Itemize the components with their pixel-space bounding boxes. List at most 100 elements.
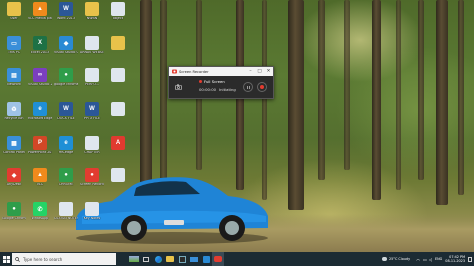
file-icon [85,68,99,82]
notification-icon[interactable] [468,256,472,262]
desktop-icon[interactable]: ◆Visual Studio Code [54,36,78,62]
taskbar-file-explorer[interactable] [164,252,176,266]
network-icon[interactable]: ▭ [423,257,427,262]
search-placeholder: Type here to search [23,256,63,262]
desktop-icon[interactable]: ∞Visual Studio 2022 [28,68,52,94]
user-folder-icon [7,2,21,16]
taskbar-landscape-app[interactable] [128,252,140,266]
pause-button[interactable] [243,82,253,92]
desktop-icon-label: google chrome [54,83,78,86]
taskbar-store[interactable] [176,252,188,266]
desktop-icon[interactable]: PPowerPoint 2013 [28,136,52,162]
weather-icon [381,257,387,261]
desktop-icon[interactable]: ✆ WhatsApp [28,202,52,228]
volume-icon[interactable]: ◁ [429,257,432,262]
mail-icon [190,256,198,262]
recording-timer: 00:00:00 [199,87,217,92]
screen-recorder-icon [214,256,222,262]
red-dot-icon [199,80,202,83]
desktop-icon[interactable]: X Excel 2013 [28,36,52,62]
file-icon [111,68,125,82]
desktop-icon[interactable]: NWBN [80,2,104,28]
desktop-icon[interactable]: ● Google Chrome [2,202,26,228]
close-button[interactable]: ✕ [264,67,273,76]
clock[interactable]: 07:42 PM 08-11-2023 [445,255,465,263]
maximize-button[interactable]: □ [255,67,264,76]
desktop-icon[interactable]: W PPTX FILE [80,102,104,128]
desktop-icon-label: PPTX FILE [83,117,101,120]
visual-studio-icon: ∞ [33,68,47,82]
desktop-icon[interactable]: ▲VLC media player [28,2,52,28]
file-icon [85,136,99,150]
desktop-icon[interactable] [106,168,130,194]
weather-text[interactable]: 25°C Cloudy [389,257,410,261]
desktop-icon-label: Google Chrome [2,217,26,220]
desktop-icon[interactable]: A [106,136,130,162]
folder-icon [111,36,125,50]
desktop-icon-label: Network [7,83,21,86]
pdf-icon: A [111,136,125,150]
desktop-icon[interactable]: Key Notes [80,202,104,228]
desktop-icon[interactable]: object [106,2,130,28]
desktop-icon-label: Microsoft Edge [28,117,52,120]
this-pc-icon: ▭ [7,36,21,50]
taskbar-mail[interactable] [188,252,200,266]
docx-icon: W [85,102,99,116]
desktop-icon[interactable]: ● google chrome [54,68,78,94]
taskbar-edge[interactable] [152,252,164,266]
chrome-icon: ● [59,68,73,82]
desktop-icon[interactable]: ▤ Network [2,68,26,94]
word-icon: W [59,2,73,16]
desktop-icon-label: PowerPoint 2013 [28,151,52,154]
edge-icon: e [59,136,73,150]
pause-icon [246,85,250,89]
desktop-icon[interactable] [106,36,130,62]
desktop-icon-label: WhatsApp [31,217,49,220]
start-button[interactable] [0,252,12,266]
language-indicator[interactable]: ENG [435,257,442,261]
desktop-icon[interactable]: ♻ Recycle Bin [2,102,26,128]
desktop-icon[interactable]: ARNAV WEBSITE [80,36,104,62]
desktop-icon[interactable]: PERFO... [80,68,104,94]
desktop-icon[interactable]: CS3303 NOTES [54,202,78,228]
desktop-icon[interactable]: CHAPTER [80,136,104,162]
desktop-icon[interactable]: ◆ AnyDesk [2,168,26,194]
taskbar-vscode[interactable] [200,252,212,266]
screen-recorder-window[interactable]: Screen Recorder – □ ✕ Full Screen 00:00:… [168,66,274,99]
desktop-icon-label: Recycle Bin [4,117,24,120]
desktop-icon-label: Excel 2013 [30,51,50,54]
desktop-icon-label: Word 2013 [57,17,75,20]
desktop-icon[interactable]: ▲ VLC [28,168,52,194]
desktop-icon-label: object [112,17,124,20]
desktop-icon[interactable]: ● CHROME [54,168,78,194]
recorder-titlebar[interactable]: Screen Recorder – □ ✕ [169,67,273,76]
chrome-icon: ● [59,168,73,182]
screen-recorder-icon [172,69,177,74]
stop-button[interactable] [257,82,267,92]
desktop-icon[interactable]: ●Screen Recorder [80,168,104,194]
taskbar-search-box[interactable]: Type here to search [12,253,116,265]
mode-selector[interactable]: Full Screen [199,79,225,84]
clock-date: 08-11-2023 [445,259,465,263]
minimize-button[interactable]: – [246,67,255,76]
file-icon [111,2,125,16]
desktop-icon-label: This PC [7,51,21,54]
desktop-icon[interactable]: ▦ Control Panel [2,136,26,162]
desktop-icon[interactable]: W Word 2013 [54,2,78,28]
taskbar-screen-recorder[interactable] [212,252,224,266]
desktop-icon[interactable]: ▭ This PC [2,36,26,62]
system-tray: 25°C Cloudy ︿ ▭ ◁ ENG 07:42 PM 08-11-202… [381,252,474,266]
taskbar-task-view[interactable] [140,252,152,266]
recording-status: Initiating [219,87,236,92]
desktop-icon[interactable]: W DOCX FILE [54,102,78,128]
desktop-icon-label: ARNAV WEBSITE [80,51,104,54]
desktop-icon-label: AnyDesk [6,183,22,186]
desktop-icon[interactable] [106,102,130,128]
desktop-icon[interactable]: e Microsoft Edge [28,102,52,128]
desktop-icon[interactable]: e ms-edge [54,136,78,162]
screenshot-camera-icon[interactable] [175,84,182,90]
desktop-icon-label: Control Panel [3,151,25,154]
chevron-up-icon[interactable]: ︿ [416,256,420,262]
desktop-icon[interactable]: user [2,2,26,28]
desktop-icon[interactable] [106,68,130,94]
